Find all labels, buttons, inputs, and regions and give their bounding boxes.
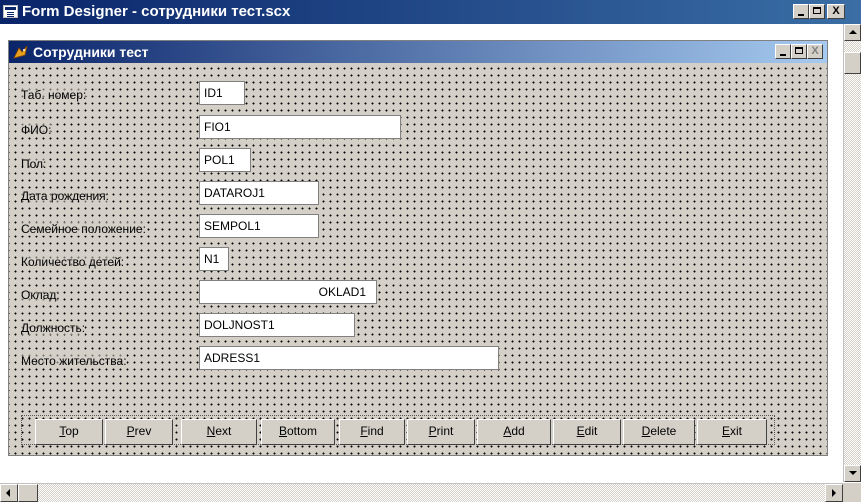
delete-button[interactable]: Delete <box>623 419 695 445</box>
vertical-scroll-thumb[interactable] <box>844 52 861 74</box>
arrow-up-icon <box>849 30 857 34</box>
form-designer-icon <box>3 5 18 18</box>
form-titlebar[interactable]: Сотрудники тест X <box>9 41 827 63</box>
form-canvas[interactable]: Таб. номер: ФИО: Пол: Дата рождения: Сем… <box>9 63 827 455</box>
designer-minimize-button[interactable] <box>793 4 809 19</box>
minimize-icon <box>798 14 804 16</box>
maximize-icon <box>795 47 803 54</box>
designer-maximize-button[interactable] <box>809 4 825 19</box>
scroll-down-button[interactable] <box>844 465 861 482</box>
textbox-n1[interactable]: N1 <box>199 247 229 271</box>
form-minimize-button[interactable] <box>775 44 791 59</box>
textbox-sempol1[interactable]: SEMPOL1 <box>199 214 319 238</box>
form-title: Сотрудники тест <box>33 44 149 60</box>
arrow-left-icon <box>6 489 10 497</box>
textbox-adress1[interactable]: ADRESS1 <box>199 346 499 370</box>
label-children-count: Количество детей: <box>21 255 125 269</box>
label-marital-status: Семейное положение: <box>21 222 146 236</box>
textbox-fio1[interactable]: FIO1 <box>199 115 401 139</box>
bottom-button[interactable]: Bottom <box>261 419 335 445</box>
form-maximize-button[interactable] <box>791 44 807 59</box>
prev-button[interactable]: Prev <box>105 419 173 445</box>
exit-button[interactable]: Exit <box>697 419 767 445</box>
arrow-down-icon <box>849 471 857 475</box>
foxpro-icon <box>13 45 28 59</box>
designer-title: Form Designer - сотрудники тест.scx <box>22 3 291 20</box>
next-button[interactable]: Next <box>181 419 257 445</box>
print-button[interactable]: Print <box>407 419 475 445</box>
label-address: Место жительства: <box>21 354 127 368</box>
vertical-scrollbar[interactable] <box>843 24 861 482</box>
find-button[interactable]: Find <box>339 419 405 445</box>
label-salary: Оклад: <box>21 288 60 302</box>
form-close-button[interactable]: X <box>807 44 823 59</box>
label-gender: Пол: <box>21 157 47 171</box>
add-button[interactable]: Add <box>477 419 551 445</box>
minimize-icon <box>780 54 786 56</box>
close-icon: X <box>832 5 840 17</box>
horizontal-scrollbar[interactable] <box>0 483 843 502</box>
designer-titlebar[interactable]: Form Designer - сотрудники тест.scx X <box>0 0 861 24</box>
scroll-right-button[interactable] <box>825 484 843 502</box>
edit-button[interactable]: Edit <box>553 419 621 445</box>
form-window[interactable]: Сотрудники тест X Таб. номер: ФИО: Пол: … <box>8 40 828 456</box>
textbox-dataroj1[interactable]: DATAROJ1 <box>199 181 319 205</box>
designer-close-button[interactable]: X <box>827 4 845 19</box>
label-fio: ФИО: <box>21 123 52 137</box>
scroll-left-button[interactable] <box>0 484 18 502</box>
textbox-id1[interactable]: ID1 <box>199 81 245 105</box>
textbox-pol1[interactable]: POL1 <box>199 148 251 172</box>
label-position: Должность: <box>21 321 86 335</box>
textbox-doljnost1[interactable]: DOLJNOST1 <box>199 313 355 337</box>
arrow-right-icon <box>832 489 836 497</box>
maximize-icon <box>813 7 821 14</box>
scroll-up-button[interactable] <box>844 24 861 41</box>
scrollbar-corner <box>843 483 861 502</box>
label-tab-number: Таб. номер: <box>21 88 87 102</box>
horizontal-scroll-thumb[interactable] <box>18 484 38 502</box>
textbox-oklad1[interactable]: OKLAD1 <box>199 280 377 304</box>
top-button[interactable]: Top <box>35 419 103 445</box>
label-birth-date: Дата рождения: <box>21 189 109 203</box>
close-icon: X <box>811 45 819 57</box>
